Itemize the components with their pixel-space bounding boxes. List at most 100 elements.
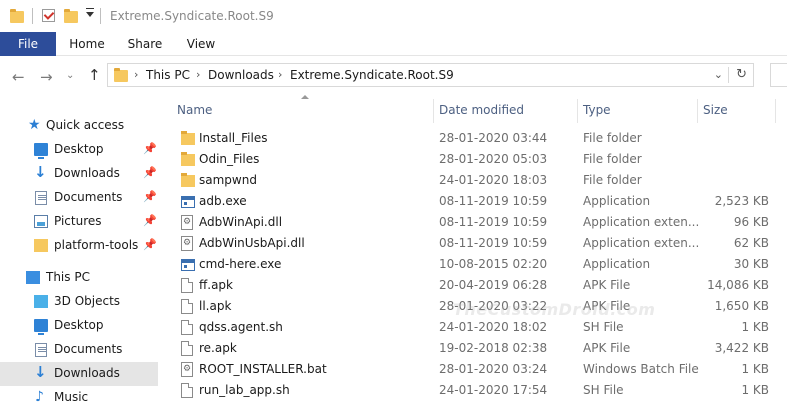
sidebar-item-documents-pc[interactable]: Documents [0, 338, 158, 362]
star-icon: ★ [28, 117, 41, 133]
column-header-name[interactable]: Name [177, 103, 212, 117]
address-bar[interactable]: › This PC › Downloads › Extreme.Syndicat… [107, 63, 754, 87]
toolbar-divider [100, 8, 101, 24]
breadcrumb-this-pc[interactable]: This PC [146, 68, 190, 82]
file-icon [181, 383, 193, 398]
pin-icon[interactable]: 📌 [143, 238, 157, 251]
sidebar-item-music[interactable]: ♪ Music [0, 386, 158, 410]
file-type: Windows Batch File [583, 362, 699, 376]
pin-icon[interactable]: 📌 [143, 142, 157, 155]
pin-icon[interactable]: 📌 [143, 214, 157, 227]
forward-arrow-icon[interactable]: → [40, 68, 53, 86]
folder-icon [181, 152, 195, 166]
file-date-modified: 19-02-2018 02:38 [439, 341, 548, 355]
file-type: File folder [583, 131, 642, 145]
file-icon [181, 341, 193, 356]
file-row[interactable]: adb.exe 08-11-2019 10:59 Application 2,523 … [165, 191, 787, 212]
file-name: Install_Files [199, 131, 268, 145]
file-row[interactable]: cmd-here.exe 10-08-2015 02:20 Application 3… [165, 254, 787, 275]
breadcrumb-downloads[interactable]: Downloads [208, 68, 274, 82]
file-row[interactable]: ROOT_INSTALLER.bat 28-01-2020 03:24 Window… [165, 359, 787, 380]
file-row[interactable]: AdbWinUsbApi.dll 08-11-2019 10:59 Applicat… [165, 233, 787, 254]
file-row[interactable]: sampwnd 24-01-2020 18:03 File folder [165, 170, 787, 191]
file-name: adb.exe [199, 194, 247, 208]
new-folder-icon[interactable] [64, 9, 78, 23]
column-header-date[interactable]: Date modified [439, 103, 524, 117]
file-name: qdss.agent.sh [199, 320, 283, 334]
column-header-type[interactable]: Type [583, 103, 611, 117]
chevron-right-icon[interactable]: › [134, 68, 138, 81]
file-row[interactable]: AdbWinApi.dll 08-11-2019 10:59 Application… [165, 212, 787, 233]
column-divider[interactable] [775, 99, 776, 123]
file-row[interactable]: re.apk 19-02-2018 02:38 APK File 3,422 KB [165, 338, 787, 359]
file-icon [181, 299, 193, 314]
search-input[interactable] [770, 63, 787, 87]
tab-share[interactable]: Share [120, 32, 170, 56]
column-divider[interactable] [433, 99, 434, 123]
tab-view[interactable]: View [176, 32, 226, 56]
file-type: SH File [583, 383, 624, 397]
sidebar-item-label: 3D Objects [54, 294, 121, 308]
file-row[interactable]: Install_Files 28-01-2020 03:44 File folder [165, 128, 787, 149]
back-arrow-icon[interactable]: ← [12, 68, 25, 86]
up-arrow-icon[interactable]: ↑ [88, 66, 101, 84]
sidebar-item-downloads-pc[interactable]: ↓ Downloads [0, 362, 158, 386]
properties-check-icon[interactable] [42, 9, 55, 22]
tab-file[interactable]: File [0, 32, 56, 56]
sidebar-item-desktop[interactable]: Desktop 📌 [0, 138, 158, 162]
application-icon [181, 196, 195, 208]
sidebar-item-this-pc[interactable]: This PC [0, 266, 158, 290]
tab-home[interactable]: Home [62, 32, 112, 56]
chevron-right-icon[interactable]: › [278, 68, 282, 81]
music-icon: ♪ [35, 389, 44, 405]
file-size: 1,650 KB [714, 299, 769, 313]
recent-locations-icon[interactable]: ⌄ [66, 70, 74, 81]
pin-icon[interactable]: 📌 [143, 190, 157, 203]
chevron-down-icon[interactable]: ⌄ [714, 68, 723, 81]
file-row[interactable]: Odin_Files 28-01-2020 05:03 File folder [165, 149, 787, 170]
file-row[interactable]: qdss.agent.sh 24-01-2020 18:02 SH File 1 KB [165, 317, 787, 338]
file-row[interactable]: ff.apk 20-04-2019 06:28 APK File 14,086 KB [165, 275, 787, 296]
file-type: APK File [583, 341, 631, 355]
folder-icon [181, 131, 195, 145]
sidebar-item-3d-objects[interactable]: 3D Objects [0, 290, 158, 314]
file-size: 3,422 KB [714, 341, 769, 355]
folder-icon[interactable] [10, 9, 24, 23]
application-icon [181, 259, 195, 271]
batch-file-icon [181, 362, 193, 377]
file-type: Application exten... [583, 236, 700, 250]
file-type: Application [583, 194, 651, 208]
sidebar-item-downloads[interactable]: ↓ Downloads 📌 [0, 162, 158, 186]
navigation-bar: ← → ⌄ ↑ › This PC › Downloads › Extreme.… [0, 56, 787, 94]
sidebar-item-label: Documents [54, 342, 123, 356]
chevron-right-icon[interactable]: › [196, 68, 200, 81]
file-type: APK File [583, 278, 631, 292]
file-size: 14,086 KB [707, 278, 769, 292]
sort-ascending-icon [301, 95, 309, 99]
file-icon [181, 278, 193, 293]
refresh-icon[interactable]: ↻ [736, 67, 747, 82]
desktop-icon [34, 143, 48, 159]
column-divider[interactable] [697, 99, 698, 123]
column-header-size[interactable]: Size [703, 103, 728, 117]
file-date-modified: 08-11-2019 10:59 [439, 215, 548, 229]
file-type: File folder [583, 152, 642, 166]
sidebar-item-desktop-pc[interactable]: Desktop [0, 314, 158, 338]
pin-icon[interactable]: 📌 [143, 166, 157, 179]
sidebar-item-documents[interactable]: Documents 📌 [0, 186, 158, 210]
sidebar-item-platform-tools[interactable]: platform-tools 📌 [0, 234, 158, 258]
sidebar-item-pictures[interactable]: Pictures 📌 [0, 210, 158, 234]
column-divider[interactable] [577, 99, 578, 123]
sidebar-item-label: Downloads [54, 166, 120, 180]
file-date-modified: 10-08-2015 02:20 [439, 257, 548, 271]
customize-quick-access-icon[interactable] [86, 8, 94, 17]
desktop-icon [34, 319, 48, 335]
file-name: AdbWinUsbApi.dll [199, 236, 305, 250]
dll-file-icon [181, 215, 193, 230]
breadcrumb-current-folder[interactable]: Extreme.Syndicate.Root.S9 [290, 68, 454, 82]
file-name: AdbWinApi.dll [199, 215, 283, 229]
file-list: Name Date modified Type Size Install_Fil… [165, 95, 787, 412]
file-row[interactable]: run_lab_app.sh 24-01-2020 17:54 SH File 1 K… [165, 380, 787, 401]
sidebar-item-quick-access[interactable]: ★ Quick access [0, 114, 158, 138]
sidebar-item-label: Pictures [54, 214, 102, 228]
